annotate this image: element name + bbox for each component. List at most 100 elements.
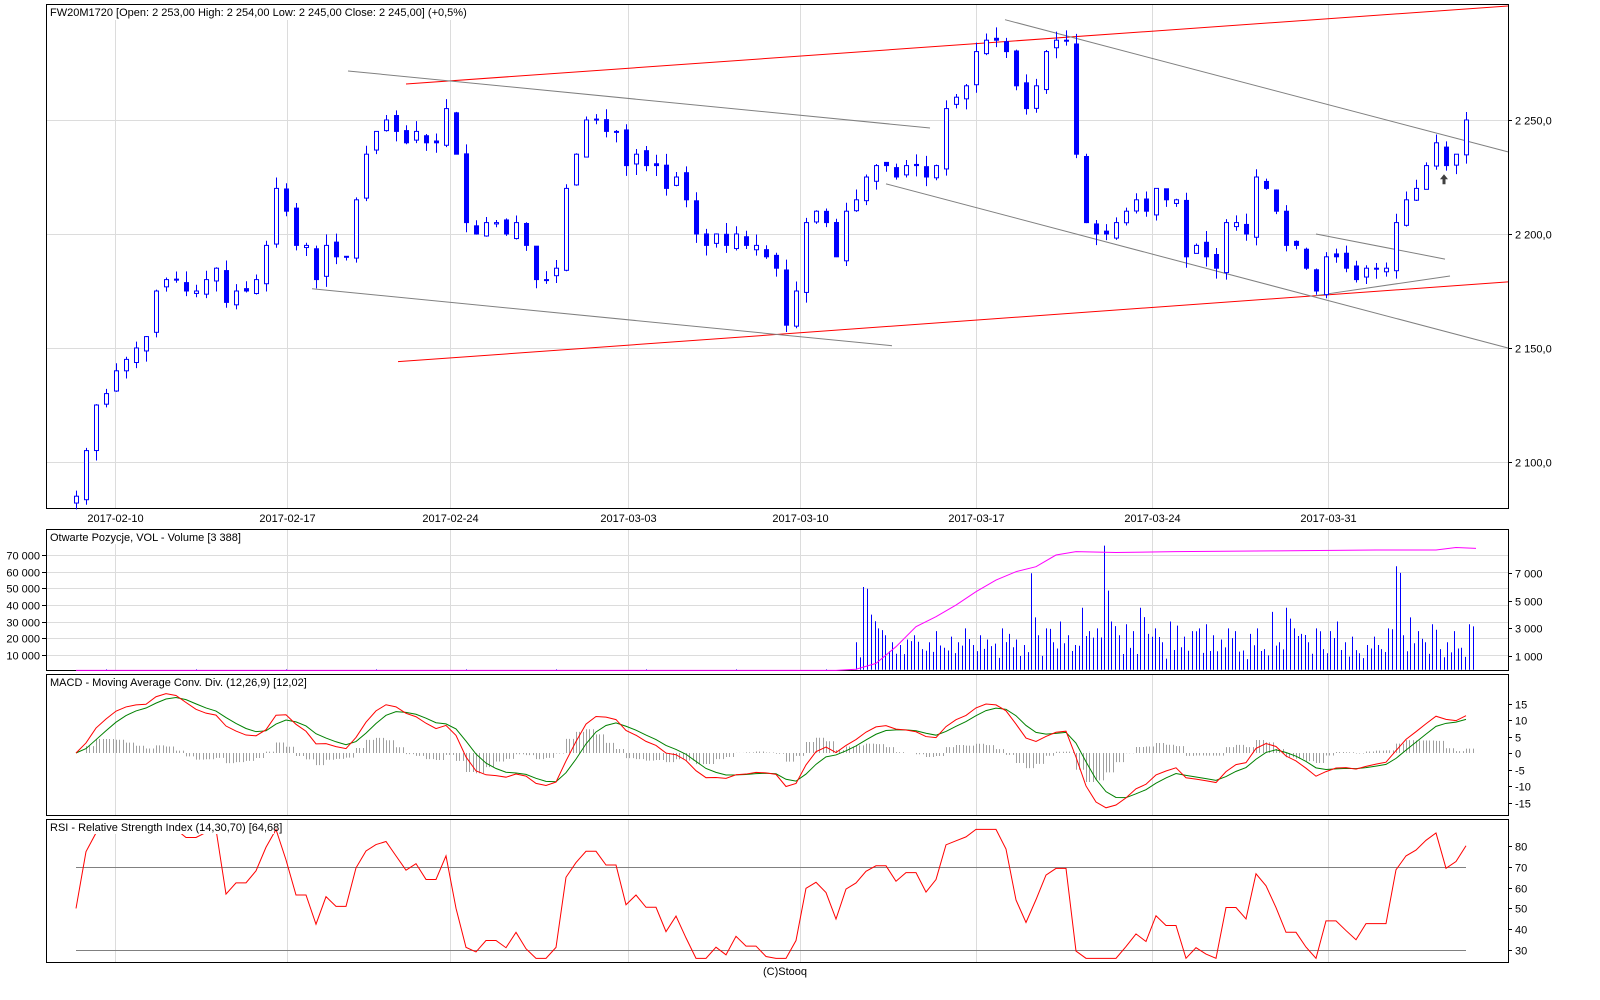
- candle-body: [1024, 82, 1029, 110]
- macd-line: [75, 693, 1467, 809]
- candle-body: [104, 393, 109, 405]
- candle-body: [554, 267, 559, 277]
- macd-tick-label: -10: [1515, 782, 1531, 794]
- candle-body: [1054, 39, 1059, 49]
- rsi-panel: [46, 819, 1509, 963]
- candle-body: [804, 222, 809, 293]
- candle-body: [1194, 244, 1199, 254]
- candle-body: [1084, 155, 1089, 224]
- candle-body: [1264, 180, 1269, 189]
- rsi-tick-label: 40: [1515, 925, 1527, 937]
- trendline-gray: [347, 70, 931, 129]
- x-tick-label: 2017-03-24: [1124, 513, 1180, 525]
- macd-panel-title: MACD - Moving Average Conv. Div. (12,26,…: [50, 677, 307, 689]
- candle-body: [1464, 119, 1469, 156]
- y-tick-label: 2 250,0: [1515, 116, 1552, 128]
- copyright-footer: (C)Stooq: [763, 966, 807, 978]
- candle-body: [894, 167, 899, 178]
- candle-body: [574, 153, 579, 186]
- x-tick-label: 2017-03-17: [948, 513, 1004, 525]
- candle-body: [484, 222, 489, 237]
- candle-body: [324, 244, 329, 277]
- candle-body: [264, 244, 269, 285]
- candle-body: [1044, 51, 1049, 91]
- candle-body: [344, 255, 349, 258]
- candle-body: [604, 119, 609, 132]
- candle-body: [1404, 199, 1409, 226]
- candle-body: [1134, 199, 1139, 212]
- oi-tick-label: 50 000: [6, 584, 40, 596]
- volume-tick-label: 1 000: [1515, 652, 1543, 664]
- candle-body: [284, 188, 289, 212]
- candle-body: [984, 39, 989, 55]
- candle-body: [974, 51, 979, 86]
- candle-body: [1454, 153, 1459, 166]
- rsi-tick-label: 50: [1515, 904, 1527, 916]
- candle-body: [954, 96, 959, 105]
- trendline-red: [397, 281, 1509, 363]
- candle-body: [394, 115, 399, 132]
- candle-body: [904, 165, 909, 176]
- candle-body: [1274, 189, 1279, 212]
- rsi-line: [75, 828, 1467, 960]
- candle-body: [1334, 253, 1339, 258]
- x-tick-label: 2017-03-31: [1300, 513, 1356, 525]
- candle-body: [1434, 142, 1439, 167]
- candle-body: [504, 219, 509, 235]
- candle-body: [714, 233, 719, 244]
- candle-body: [444, 108, 449, 146]
- candle-body: [814, 210, 819, 223]
- candle-body: [1224, 222, 1229, 274]
- trendline-gray: [1004, 19, 1509, 153]
- oi-tick-label: 30 000: [6, 618, 40, 630]
- candle-body: [994, 37, 999, 41]
- macd-panel: [46, 674, 1509, 816]
- macd-tick-label: 5: [1515, 733, 1521, 745]
- candle-body: [754, 244, 759, 251]
- candle-body: [694, 200, 699, 235]
- candle-body: [944, 108, 949, 170]
- x-tick-label: 2017-02-10: [87, 513, 143, 525]
- chart-window: 2017-02-10 2017-02-17 2017-02-24 2017-03-03…: [0, 0, 1600, 1000]
- stock-chart: 2017-02-10 2017-02-17 2017-02-24 2017-03-03…: [6, 4, 1552, 978]
- volume-tick-label: 3 000: [1515, 624, 1543, 636]
- candle-body: [1144, 198, 1149, 212]
- rsi-tick-label: 60: [1515, 884, 1527, 896]
- candle-body: [594, 118, 599, 121]
- candle-body: [724, 233, 729, 246]
- candle-body: [374, 130, 379, 151]
- y-tick-label: 2 100,0: [1515, 458, 1552, 470]
- rsi-panel-title: RSI - Relative Strength Index (14,30,70)…: [50, 822, 282, 834]
- candle-body: [934, 165, 939, 179]
- candle-body: [1204, 241, 1209, 258]
- oi-tick-label: 20 000: [6, 634, 40, 646]
- candle-body: [1384, 267, 1389, 273]
- candle-body: [864, 176, 869, 202]
- candle-body: [1394, 222, 1399, 272]
- candle-body: [1314, 269, 1319, 292]
- candle-body: [144, 336, 149, 352]
- candle-body: [234, 290, 239, 306]
- open-interest-line: [76, 547, 1477, 671]
- candle-body: [1164, 188, 1169, 201]
- price-panel-title: FW20M1720 [Open: 2 253,00 High: 2 254,00…: [50, 7, 467, 19]
- candle-body: [1244, 223, 1249, 235]
- candle-body: [464, 153, 469, 224]
- candle-body: [454, 112, 459, 155]
- candle-body: [1214, 254, 1219, 269]
- candle-body: [204, 279, 209, 295]
- candle-body: [424, 135, 429, 144]
- candle-body: [1004, 41, 1009, 53]
- trendline-red: [405, 5, 1509, 85]
- candle-body: [304, 244, 309, 249]
- candle-body: [1304, 248, 1309, 269]
- candle-body: [824, 210, 829, 224]
- candle-body: [584, 119, 589, 158]
- candle-body: [664, 164, 669, 189]
- candle-body: [704, 233, 709, 246]
- candle-body: [1234, 222, 1239, 228]
- candle-body: [1174, 199, 1179, 204]
- candle-body: [964, 85, 969, 100]
- candle-body: [1254, 176, 1259, 238]
- candle-body: [474, 225, 479, 235]
